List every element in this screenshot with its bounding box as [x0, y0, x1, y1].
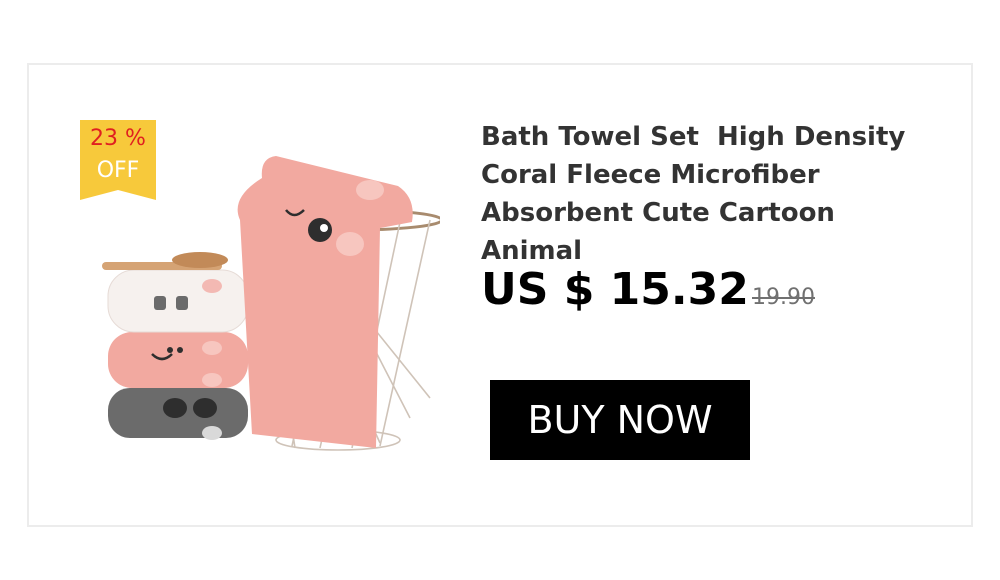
discount-percent: 23 %: [90, 126, 146, 151]
towel-stack: [102, 252, 249, 440]
original-price: 19.90: [752, 285, 815, 310]
discount-label: OFF: [96, 158, 140, 183]
product-title[interactable]: Bath Towel Set High Density Coral Fleece…: [481, 118, 941, 270]
discount-badge: 23 % OFF: [80, 120, 156, 200]
buy-now-button[interactable]: BUY NOW: [490, 380, 750, 460]
current-price: US $ 15.32: [481, 264, 749, 315]
